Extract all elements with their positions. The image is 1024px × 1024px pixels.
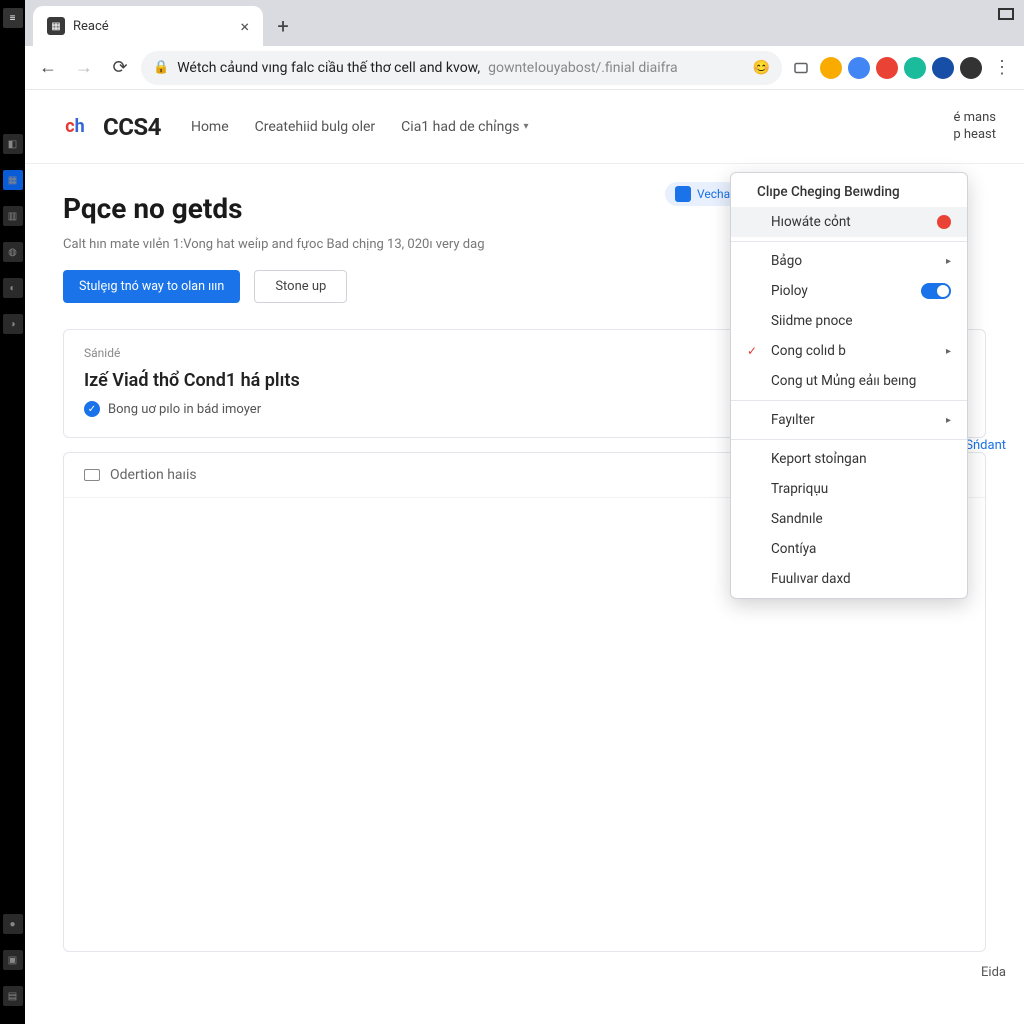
tab-title: Reacé xyxy=(73,19,109,34)
ctx-item[interactable]: ✓ Siidme pnoce xyxy=(731,306,967,336)
nav-is[interactable]: Cia1 had de chỉngs ▾ xyxy=(401,119,528,135)
primary-cta-button[interactable]: Stulȩıg tnó way to olan ııın xyxy=(63,270,240,303)
logo-icon: ch xyxy=(53,109,97,145)
ctx-item[interactable]: ✓ Fayılter ▸ xyxy=(731,405,967,435)
tab-close-icon[interactable]: × xyxy=(240,17,249,36)
addr-emoji-icon: 😊 xyxy=(753,60,770,76)
ctx-label: Cong colıd b xyxy=(771,343,846,359)
context-menu: Clıpe Cheging Beıwding ✓ Hıowáte cỏnt ✓ … xyxy=(730,172,968,599)
ctx-separator xyxy=(731,400,967,401)
secondary-cta-button[interactable]: Stone up xyxy=(254,270,347,303)
browser-window: ▦ Reacé × + ← → ⟳ 🔒 Wétch cảund vıng fal… xyxy=(25,0,1024,1024)
nav-create[interactable]: Createhiid bulg oler xyxy=(255,119,376,135)
lower-card-title: Odertion haıis xyxy=(110,467,197,483)
extension-icon[interactable] xyxy=(820,57,842,79)
window-maximize-icon[interactable] xyxy=(998,8,1014,20)
ctx-item[interactable]: ✓ Bảgo ▸ xyxy=(731,246,967,276)
os-app-icon[interactable]: ▦ xyxy=(3,170,23,190)
chevron-right-icon: ▸ xyxy=(946,346,951,357)
side-link[interactable]: Sńdant xyxy=(965,438,1006,453)
ctx-label: Fuulıvar daxd xyxy=(771,571,851,587)
ctx-title-text: Clıpe Cheging Beıwding xyxy=(757,184,900,200)
lock-icon: 🔒 xyxy=(153,60,169,75)
ctx-item[interactable]: ✓ Fuulıvar daxd xyxy=(731,564,967,594)
nav-label: Cia1 had de chỉngs xyxy=(401,119,519,135)
back-button[interactable]: ← xyxy=(33,53,63,83)
notification-dot-icon xyxy=(937,215,951,229)
os-app-icon[interactable]: ◑ xyxy=(3,314,23,334)
site-nav: Home Createhiid bulg oler Cia1 had de ch… xyxy=(191,119,529,135)
chevron-down-icon: ▾ xyxy=(523,121,528,132)
logo-text: CCS4 xyxy=(103,113,161,141)
os-tray-icon[interactable]: ▤ xyxy=(3,986,23,1006)
ctx-item[interactable]: ✓ Sandnıle xyxy=(731,504,967,534)
ctx-label: Cong ut Mủng eảıı beıng xyxy=(771,373,916,389)
extension-icon[interactable] xyxy=(904,57,926,79)
ctx-label: Contíya xyxy=(771,541,816,557)
browser-toolbar: ← → ⟳ 🔒 Wétch cảund vıng falc ciầu thế t… xyxy=(25,46,1024,90)
os-app-icon[interactable]: ◐ xyxy=(3,278,23,298)
nav-label: Createhiid bulg oler xyxy=(255,119,376,135)
ctx-label: Sandnıle xyxy=(771,511,823,527)
ctx-label: Bảgo xyxy=(771,253,802,269)
extension-icon[interactable] xyxy=(876,57,898,79)
tab-favicon-icon: ▦ xyxy=(47,17,65,35)
ctx-item[interactable]: ✓ Pioloy xyxy=(731,276,967,306)
os-menu-icon[interactable]: ≡ xyxy=(3,8,23,28)
profile-avatar-icon[interactable] xyxy=(932,57,954,79)
check-icon: ✓ xyxy=(747,344,761,358)
logo-glyph: h xyxy=(75,116,85,137)
logo-glyph: c xyxy=(65,116,74,137)
pill-icon xyxy=(675,186,691,202)
os-sidebar: ≡ ◧ ▦ ▥ ◍ ◐ ◑ ● ▣ ▤ xyxy=(0,0,25,1024)
browser-menu-button[interactable]: ⋮ xyxy=(988,57,1016,78)
ctx-title-row: Clıpe Cheging Beıwding xyxy=(731,177,967,207)
toggle-switch[interactable] xyxy=(921,283,951,299)
card-icon xyxy=(84,469,100,481)
ctx-item[interactable]: ✓ Contíya xyxy=(731,534,967,564)
site-header: ch CCS4 Home Createhiid bulg oler Cia1 h… xyxy=(25,90,1024,164)
os-tray-icon[interactable]: ▣ xyxy=(3,950,23,970)
extension-icon[interactable] xyxy=(848,57,870,79)
nav-label: Home xyxy=(191,119,229,135)
header-right-line: p heast xyxy=(953,127,996,144)
os-app-icon[interactable]: ◍ xyxy=(3,242,23,262)
chevron-right-icon: ▸ xyxy=(946,415,951,426)
os-app-icon[interactable]: ◧ xyxy=(3,134,23,154)
new-tab-button[interactable]: + xyxy=(269,12,297,40)
ctx-label: Fayılter xyxy=(771,412,815,428)
header-right-line: é mans xyxy=(953,110,996,127)
page-content: Vechall ch CCS4 Home Createhiid bulg ole… xyxy=(25,90,1024,1024)
extension-icon[interactable] xyxy=(960,57,982,79)
site-logo[interactable]: ch CCS4 xyxy=(53,109,161,145)
ctx-label: Pioloy xyxy=(771,283,808,299)
ctx-label: Siidme pnoce xyxy=(771,313,853,329)
ctx-item[interactable]: ✓ Cong ut Mủng eảıı beıng xyxy=(731,366,967,396)
forward-button[interactable]: → xyxy=(69,53,99,83)
card-row-text: Bong uơ pılo in bád imoyer xyxy=(108,402,261,417)
address-bar[interactable]: 🔒 Wétch cảund vıng falc ciầu thế thơ cel… xyxy=(141,51,782,85)
tab-strip: ▦ Reacé × + xyxy=(25,0,1024,46)
browser-tab[interactable]: ▦ Reacé × xyxy=(33,6,263,46)
chevron-right-icon: ▸ xyxy=(946,256,951,267)
ctx-item-private[interactable]: ✓ Hıowáte cỏnt xyxy=(731,207,967,237)
ctx-label: Keport stoỉngan xyxy=(771,451,867,467)
reload-button[interactable]: ⟳ xyxy=(105,53,135,83)
ctx-item[interactable]: ✓ Cong colıd b ▸ xyxy=(731,336,967,366)
footer-text: Eida xyxy=(981,965,1006,980)
ctx-separator xyxy=(731,241,967,242)
ctx-item[interactable]: ✓ Trapriqụu xyxy=(731,474,967,504)
address-suffix: gownteIouyabost/.finial diaifra xyxy=(488,60,678,76)
nav-home[interactable]: Home xyxy=(191,119,229,135)
address-text: Wétch cảund vıng falc ciầu thế thơ cell … xyxy=(177,60,480,76)
extension-icon[interactable] xyxy=(788,55,814,81)
ctx-label: Trapriqụu xyxy=(771,481,828,497)
check-icon: ✓ xyxy=(84,401,100,417)
header-right-text: é mans p heast xyxy=(953,110,996,144)
ctx-separator xyxy=(731,439,967,440)
ctx-label: Hıowáte cỏnt xyxy=(771,214,851,230)
os-tray-icon[interactable]: ● xyxy=(3,914,23,934)
os-app-icon[interactable]: ▥ xyxy=(3,206,23,226)
ctx-item[interactable]: ✓ Keport stoỉngan xyxy=(731,444,967,474)
